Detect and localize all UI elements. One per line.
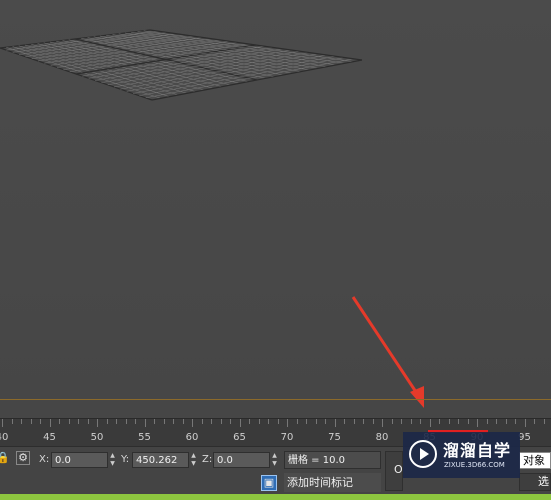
track-bar-tick bbox=[68, 419, 70, 424]
track-bar-tick bbox=[173, 419, 174, 424]
track-bar-tick bbox=[515, 419, 516, 424]
y-field[interactable]: 450.262 bbox=[132, 452, 189, 468]
track-bar-label: 80 bbox=[375, 432, 389, 443]
track-bar-tick bbox=[477, 419, 478, 427]
lock-icon[interactable]: 🔒 bbox=[0, 451, 10, 465]
transform-mode-icon[interactable]: ⚙ bbox=[16, 451, 30, 465]
track-bar-tick bbox=[49, 419, 51, 427]
track-bar-label: 50 bbox=[90, 432, 104, 443]
track-bar-tick bbox=[268, 419, 269, 424]
watermark-url: ZIXUE.3D66.COM bbox=[444, 461, 505, 469]
track-bar-tick bbox=[192, 419, 193, 427]
track-bar-tick bbox=[201, 419, 203, 424]
selection-dropdown[interactable]: 对象 bbox=[519, 452, 551, 469]
track-bar-tick bbox=[467, 419, 469, 424]
z-spinner[interactable]: ▲ ▼ bbox=[271, 452, 278, 468]
track-bar-tick bbox=[135, 419, 136, 424]
key-mode-icon: O bbox=[394, 463, 403, 476]
track-bar-tick bbox=[287, 419, 288, 427]
track-bar-tick bbox=[40, 419, 41, 424]
x-spinner[interactable]: ▲ ▼ bbox=[109, 452, 116, 468]
track-bar-tick bbox=[410, 419, 412, 424]
track-bar-tick bbox=[220, 419, 222, 424]
track-bar-tick bbox=[11, 419, 13, 424]
track-bar-tick bbox=[239, 419, 241, 427]
x-field[interactable]: 0.0 bbox=[51, 452, 108, 468]
x-label: X: bbox=[39, 454, 50, 465]
track-bar-tick bbox=[125, 419, 127, 424]
track-bar-tick bbox=[154, 419, 155, 424]
track-bar-tick bbox=[182, 419, 184, 424]
add-time-tag-button[interactable]: 添加时间标记 bbox=[284, 473, 381, 492]
track-bar-tick bbox=[249, 419, 250, 424]
track-bar-tick bbox=[496, 419, 497, 424]
track-bar-tick bbox=[315, 419, 317, 424]
track-bar-tick bbox=[306, 419, 307, 424]
track-bar-label: 65 bbox=[233, 432, 246, 443]
y-spinner[interactable]: ▲ ▼ bbox=[190, 452, 197, 468]
z-label: Z: bbox=[202, 454, 213, 465]
track-bar-label: 45 bbox=[43, 432, 56, 443]
track-bar-tick bbox=[534, 419, 535, 424]
track-bar-tick bbox=[420, 419, 421, 424]
track-bar-tick bbox=[106, 419, 108, 424]
track-bar-tick bbox=[325, 419, 326, 424]
track-bar-label: 55 bbox=[138, 432, 151, 443]
track-bar-tick bbox=[97, 419, 98, 427]
track-bar-tick bbox=[344, 419, 345, 424]
track-bar-tick bbox=[211, 419, 212, 424]
track-bar-label: 60 bbox=[185, 432, 199, 443]
track-bar-tick bbox=[486, 419, 488, 424]
track-bar-label: 75 bbox=[328, 432, 341, 443]
perspective-viewport[interactable] bbox=[0, 0, 551, 418]
z-field[interactable]: 0.0 bbox=[213, 452, 270, 468]
track-bar-tick bbox=[382, 419, 383, 427]
time-tag-icon[interactable]: ▣ bbox=[261, 475, 277, 491]
viewport-bottom-edge bbox=[0, 399, 551, 400]
track-bar-tick bbox=[116, 419, 117, 424]
track-bar-tick bbox=[439, 419, 440, 424]
red-arrow-annotation bbox=[351, 296, 424, 408]
track-bar-tick bbox=[505, 419, 507, 424]
track-bar-tick bbox=[334, 419, 336, 427]
watermark-title: 溜溜自学 bbox=[443, 441, 512, 460]
track-bar-tick bbox=[524, 419, 526, 427]
track-bar-tick bbox=[277, 419, 279, 424]
track-bar-tick bbox=[372, 419, 374, 424]
track-bar-tick bbox=[230, 419, 231, 424]
track-bar-tick bbox=[59, 419, 60, 424]
play-logo-icon bbox=[409, 440, 437, 468]
track-bar-tick bbox=[401, 419, 402, 424]
grid-size-readout: 栅格 = 10.0 bbox=[284, 451, 381, 469]
track-bar-tick bbox=[163, 419, 165, 424]
track-bar-label: 95 bbox=[518, 432, 531, 443]
track-bar-tick bbox=[543, 419, 545, 424]
track-bar-label: 70 bbox=[280, 432, 294, 443]
track-bar-tick bbox=[21, 419, 22, 424]
selection-button[interactable]: 选 bbox=[519, 473, 551, 491]
track-bar-tick bbox=[353, 419, 355, 424]
track-bar-tick bbox=[363, 419, 364, 424]
track-bar-tick bbox=[87, 419, 89, 424]
accent-bar bbox=[0, 494, 551, 500]
track-bar-tick bbox=[258, 419, 260, 424]
watermark: 溜溜自学 ZIXUE.3D66.COM bbox=[403, 432, 520, 478]
track-bar-tick bbox=[391, 419, 393, 424]
track-bar-tick bbox=[429, 419, 431, 427]
track-bar-tick bbox=[144, 419, 146, 427]
track-bar-tick bbox=[78, 419, 79, 424]
track-bar-label: 40 bbox=[0, 432, 9, 443]
track-bar-tick bbox=[30, 419, 32, 424]
track-bar-tick bbox=[458, 419, 459, 424]
track-bar-tick bbox=[296, 419, 298, 424]
track-bar-tick bbox=[448, 419, 450, 424]
track-bar-tick bbox=[2, 419, 3, 427]
y-label: Y: bbox=[121, 454, 130, 465]
